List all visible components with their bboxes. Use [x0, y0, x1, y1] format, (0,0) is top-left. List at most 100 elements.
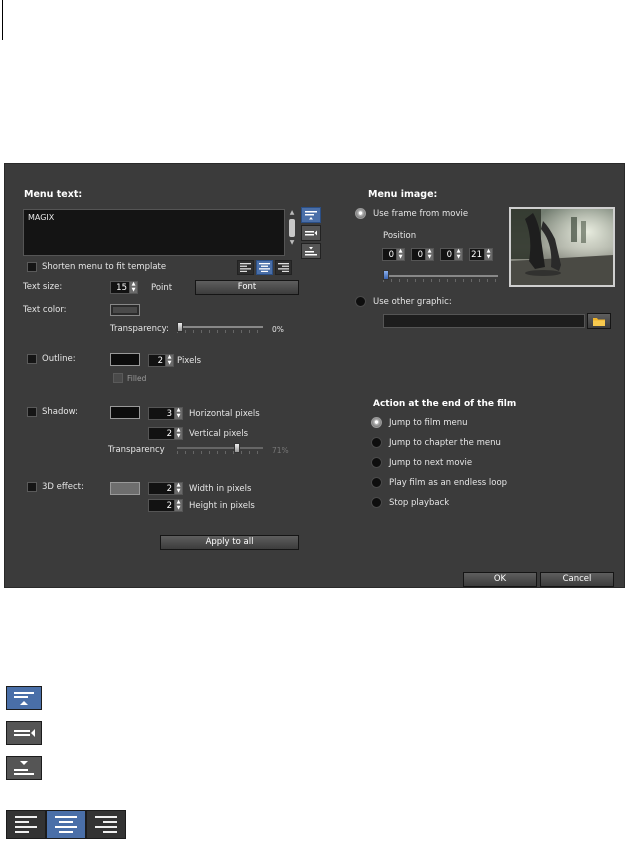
text-color-swatch[interactable] [110, 304, 140, 316]
align-center-button[interactable] [256, 260, 273, 275]
outline-pixels-value: 2 [148, 354, 166, 367]
text-size-stepper[interactable]: 15 ▲ ▼ [110, 281, 138, 294]
shadow-transparency-slider-knob[interactable] [233, 443, 240, 453]
legend-align-left-icon [6, 810, 46, 839]
text-size-value: 15 [110, 281, 130, 294]
action-radio-stop-playback[interactable] [371, 497, 382, 508]
position-frames-value: 21 [469, 248, 485, 261]
menu-text-value: MAGIX [28, 213, 55, 222]
position-stepper-frames[interactable]: 21 ▲ ▼ [469, 248, 493, 261]
menu-text-header: Menu text: [24, 189, 83, 200]
align-middle-button[interactable] [301, 225, 321, 241]
action-label: Jump to next movie [389, 458, 473, 468]
transparency-slider-knob[interactable] [177, 322, 183, 332]
menu-settings-dialog: Menu text: MAGIX ▲ ▼ Shorten menu to fit… [4, 163, 625, 588]
action-radio-jump-next-movie[interactable] [371, 457, 382, 468]
shorten-menu-checkbox[interactable] [27, 262, 37, 272]
shadow-h-unit: Horizontal pixels [189, 409, 260, 419]
align-top-button[interactable] [301, 207, 321, 223]
action-label: Jump to film menu [389, 418, 468, 428]
shadow-transparency-slider[interactable] [177, 443, 263, 455]
legend-align-bottom-icon [6, 756, 42, 780]
action-radio-jump-film-menu[interactable] [371, 417, 382, 428]
filled-label: Filled [127, 374, 147, 383]
align-right-icon [278, 263, 289, 272]
transparency-slider[interactable] [177, 322, 263, 334]
shorten-menu-label: Shorten menu to fit template [42, 262, 167, 272]
shadow-transparency-label: Transparency [108, 445, 165, 455]
effect3d-checkbox[interactable] [27, 482, 37, 492]
spin-down-icon[interactable]: ▼ [130, 287, 137, 294]
spin-down-icon[interactable]: ▼ [485, 254, 492, 261]
use-other-graphic-radio[interactable] [355, 296, 366, 307]
action-radio-jump-chapter-menu[interactable] [371, 437, 382, 448]
shadow-h-value: 3 [148, 407, 175, 420]
align-right-button[interactable] [275, 260, 292, 275]
effect3d-h-stepper[interactable]: 2 ▲ ▼ [148, 499, 183, 512]
position-stepper-hours[interactable]: 0 ▲ ▼ [382, 248, 405, 261]
align-left-button[interactable] [237, 260, 254, 275]
action-label: Jump to chapter the menu [389, 438, 501, 448]
shadow-v-unit: Vertical pixels [189, 429, 249, 439]
page-edge-line [2, 0, 3, 40]
use-frame-label: Use frame from movie [373, 209, 469, 219]
effect3d-w-value: 2 [148, 482, 175, 495]
effect3d-w-stepper[interactable]: 2 ▲ ▼ [148, 482, 183, 495]
legend-align-right-icon [86, 810, 126, 839]
outline-pixels-unit: Pixels [177, 356, 202, 366]
spin-down-icon[interactable]: ▼ [175, 488, 182, 495]
align-center-icon [259, 263, 270, 272]
outline-checkbox[interactable] [27, 354, 37, 364]
shadow-color-swatch[interactable] [110, 406, 140, 419]
spin-down-icon[interactable]: ▼ [426, 254, 433, 261]
shadow-h-stepper[interactable]: 3 ▲ ▼ [148, 407, 183, 420]
outline-pixels-stepper[interactable]: 2 ▲ ▼ [148, 354, 174, 367]
align-bottom-button[interactable] [301, 243, 321, 259]
align-bottom-icon [305, 247, 317, 256]
spin-down-icon[interactable]: ▼ [175, 433, 182, 440]
shadow-transparency-value: 71% [272, 446, 289, 455]
legend-align-top-icon [6, 686, 42, 710]
position-seconds-value: 0 [440, 248, 455, 261]
ok-button[interactable]: OK [463, 572, 537, 587]
spin-down-icon[interactable]: ▼ [175, 505, 182, 512]
shadow-label: Shadow: [42, 407, 78, 417]
spin-down-icon[interactable]: ▼ [166, 360, 173, 367]
transparency-label: Transparency: [110, 324, 169, 334]
effect3d-label: 3D effect: [42, 482, 84, 492]
align-top-icon [305, 211, 317, 220]
position-stepper-minutes[interactable]: 0 ▲ ▼ [411, 248, 434, 261]
menu-text-scrollbar[interactable]: ▲ ▼ [287, 209, 297, 256]
shadow-checkbox[interactable] [27, 407, 37, 417]
outline-color-swatch[interactable] [110, 353, 140, 366]
action-label: Stop playback [389, 498, 450, 508]
position-slider-knob[interactable] [383, 270, 389, 280]
shadow-v-value: 2 [148, 427, 175, 440]
spin-down-icon[interactable]: ▼ [397, 254, 404, 261]
text-color-label: Text color: [23, 305, 67, 315]
use-frame-radio[interactable] [355, 208, 366, 219]
other-graphic-path-input[interactable] [383, 314, 585, 328]
shadow-v-stepper[interactable]: 2 ▲ ▼ [148, 427, 183, 440]
filled-checkbox[interactable] [113, 373, 123, 383]
position-hours-value: 0 [382, 248, 397, 261]
position-stepper-seconds[interactable]: 0 ▲ ▼ [440, 248, 463, 261]
effect3d-h-unit: Height in pixels [189, 501, 255, 511]
legend-align-middle-icon [6, 721, 42, 745]
menu-text-input[interactable]: MAGIX [23, 209, 285, 256]
spin-down-icon[interactable]: ▼ [455, 254, 462, 261]
effect3d-color-swatch[interactable] [110, 482, 140, 495]
action-radio-endless-loop[interactable] [371, 477, 382, 488]
legend-align-center-icon [46, 810, 86, 839]
cancel-button[interactable]: Cancel [540, 572, 614, 587]
apply-to-all-button[interactable]: Apply to all [160, 535, 299, 550]
spin-down-icon[interactable]: ▼ [175, 413, 182, 420]
browse-folder-button[interactable] [587, 313, 611, 329]
scrollbar-thumb[interactable] [289, 219, 295, 237]
font-button[interactable]: Font [195, 280, 299, 295]
effect3d-w-unit: Width in pixels [189, 484, 252, 494]
menu-image-header: Menu image: [368, 189, 438, 200]
street-scene-image [511, 209, 613, 285]
transparency-value: 0% [272, 325, 284, 334]
position-slider[interactable] [383, 270, 498, 282]
